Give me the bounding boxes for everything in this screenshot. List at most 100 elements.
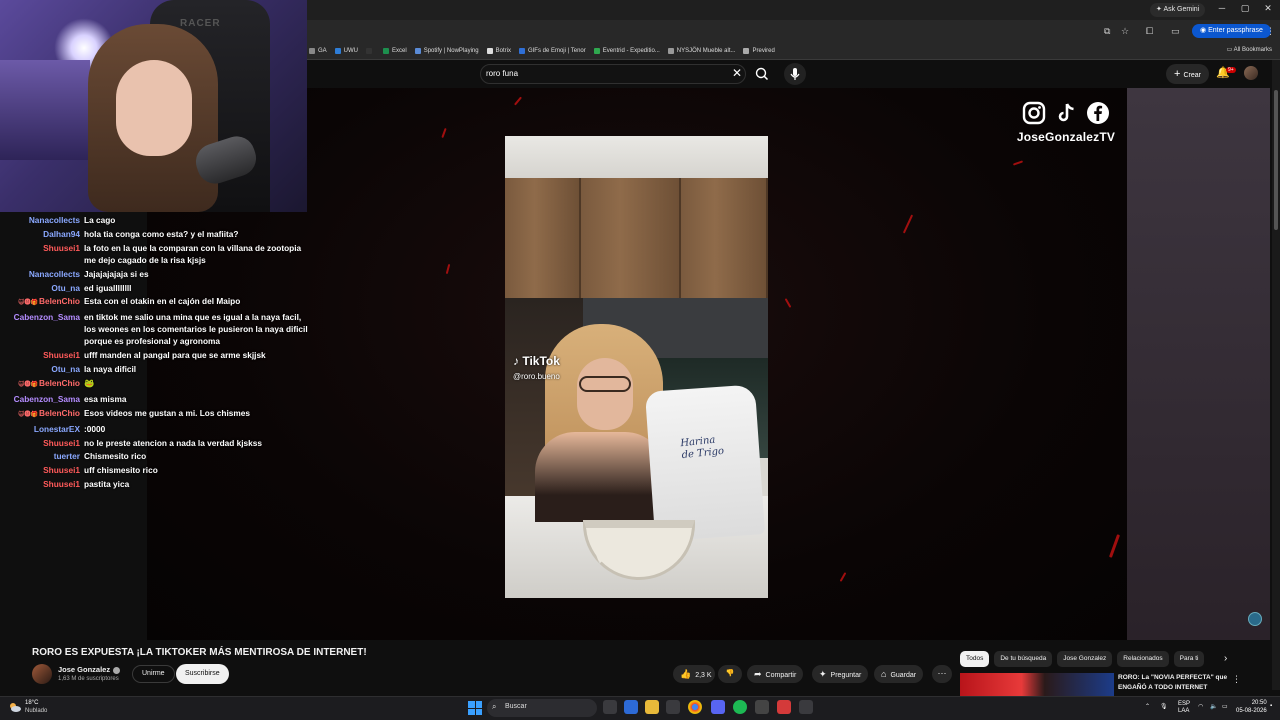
chat-username[interactable]: Shuusei1 bbox=[0, 478, 84, 490]
chat-message: Shuusei1 uff chismesito rico bbox=[0, 464, 312, 476]
clear-search-icon[interactable]: ✕ bbox=[732, 66, 742, 80]
tiktok-clip: Harina de Trigo ♪ TikTok @roro.bueno bbox=[505, 136, 768, 598]
chat-username-label: Cabenzon_Sama bbox=[13, 312, 80, 323]
chevron-right-icon[interactable]: › bbox=[1224, 653, 1227, 664]
chat-username[interactable]: tuerter bbox=[0, 450, 84, 462]
filter-chip[interactable]: Jose Gonzalez bbox=[1057, 651, 1113, 667]
bookmark-item[interactable]: UWU bbox=[334, 47, 358, 54]
enter-passphrase-button[interactable]: ◉ Enter passphrase bbox=[1192, 24, 1271, 38]
wifi-icon[interactable]: ◠ bbox=[1198, 703, 1203, 710]
install-icon[interactable]: ⧉ bbox=[1104, 26, 1110, 37]
account-avatar[interactable] bbox=[1244, 66, 1258, 80]
close-window-icon[interactable]: ✕ bbox=[1258, 3, 1278, 14]
windows-start-icon[interactable] bbox=[468, 701, 482, 715]
spotify-icon[interactable] bbox=[733, 700, 747, 714]
browser-menu-icon[interactable]: ⋮ bbox=[1266, 26, 1275, 37]
bookmark-item[interactable]: NYSJÖN Mueble alt... bbox=[667, 47, 735, 54]
minimize-icon[interactable]: ─ bbox=[1212, 3, 1232, 13]
chat-username[interactable]: 😺🅜🎁BelenChio bbox=[0, 377, 84, 391]
all-bookmarks-button[interactable]: ▭ All Bookmarks bbox=[1227, 46, 1272, 53]
like-button[interactable]: 👍 2,3 K bbox=[673, 665, 715, 683]
save-button[interactable]: ⌂ Guardar bbox=[874, 665, 924, 683]
bookmark-item[interactable]: Eventrid - Expeditio... bbox=[593, 47, 660, 54]
dislike-button[interactable]: 👎 bbox=[718, 665, 742, 683]
save-label: Guardar bbox=[890, 672, 917, 679]
search-input[interactable]: roro funa bbox=[486, 69, 518, 78]
chat-username-label: Shuusei1 bbox=[43, 479, 80, 490]
bookmark-item[interactable]: Botrix bbox=[486, 47, 511, 54]
filter-chip[interactable]: De tu búsqueda bbox=[994, 651, 1053, 667]
share-label: Compartir bbox=[765, 672, 797, 679]
channel-avatar[interactable] bbox=[32, 664, 52, 684]
chat-username[interactable]: Otu_na bbox=[0, 363, 84, 375]
subscribe-button[interactable]: Suscribirse bbox=[176, 664, 229, 684]
floating-badge-icon[interactable] bbox=[1248, 612, 1262, 626]
chat-badges: 😺🅜🎁 bbox=[18, 300, 38, 307]
bookmark-item[interactable]: GA bbox=[309, 47, 327, 54]
recommendation-title[interactable]: RORO: La "NOVIA PERFECTA" que ENGAÑÓ A T… bbox=[1118, 673, 1228, 693]
chat-username[interactable]: Shuusei1 bbox=[0, 437, 84, 449]
bookmark-star-icon[interactable]: ☆ bbox=[1121, 26, 1129, 37]
red-app-icon[interactable] bbox=[777, 700, 791, 714]
chat-username[interactable]: Shuusei1 bbox=[0, 349, 84, 361]
widgets-icon[interactable] bbox=[624, 700, 638, 714]
file-explorer-icon[interactable] bbox=[645, 700, 659, 714]
bookmark-item[interactable] bbox=[366, 47, 375, 54]
bookmark-item[interactable]: Excel bbox=[383, 47, 407, 54]
chrome-icon[interactable] bbox=[688, 700, 702, 714]
tray-mic-icon[interactable]: 🎙 bbox=[1160, 703, 1168, 710]
extensions-icon[interactable]: ⧠ bbox=[1146, 26, 1153, 37]
join-button[interactable]: Unirme bbox=[132, 665, 175, 683]
cloud-weather-icon[interactable] bbox=[8, 700, 22, 714]
scrollbar-thumb[interactable] bbox=[1274, 90, 1278, 230]
chat-username[interactable]: Cabenzon_Sama bbox=[0, 393, 84, 405]
recommendation-thumbnail[interactable] bbox=[960, 673, 1114, 697]
chat-message: Nanacollects La cago bbox=[0, 214, 312, 226]
cast-icon[interactable]: ▭ bbox=[1171, 26, 1180, 37]
ask-label: Preguntar bbox=[830, 672, 862, 679]
chat-username[interactable]: Dalhan94 bbox=[0, 228, 84, 240]
address-bar-row bbox=[307, 20, 1280, 42]
search-box[interactable] bbox=[480, 64, 746, 84]
battery-icon[interactable]: ▭ bbox=[1222, 703, 1228, 710]
language-indicator[interactable]: ESP LAA bbox=[1178, 701, 1190, 715]
discord-icon[interactable] bbox=[711, 700, 725, 714]
filter-chip[interactable]: Relacionados bbox=[1117, 651, 1169, 667]
taskbar-search-box[interactable] bbox=[487, 699, 597, 717]
pen-app-icon[interactable] bbox=[799, 700, 813, 714]
store-icon[interactable] bbox=[666, 700, 680, 714]
maximize-icon[interactable]: ▢ bbox=[1235, 3, 1255, 14]
share-button[interactable]: ➦ Compartir bbox=[747, 665, 804, 683]
volume-icon[interactable]: 🔈 bbox=[1210, 703, 1217, 710]
obs-icon[interactable] bbox=[755, 700, 769, 714]
more-actions-icon[interactable]: ··· bbox=[932, 665, 952, 683]
chat-username[interactable]: Cabenzon_Sama bbox=[0, 311, 84, 347]
create-button[interactable]: + Crear bbox=[1166, 64, 1209, 84]
chat-username[interactable]: Otu_na bbox=[0, 282, 84, 294]
chat-username-label: LonestarEX bbox=[33, 423, 80, 434]
bookmark-item[interactable]: Spotify | NowPlaying bbox=[414, 47, 479, 54]
chat-username[interactable]: Nanacollects bbox=[0, 268, 84, 280]
chat-username[interactable]: Shuusei1 bbox=[0, 242, 84, 266]
chat-message: LonestarEX:0000 bbox=[0, 423, 312, 435]
chat-username[interactable]: 😺🅜🎁BelenChio bbox=[0, 295, 84, 309]
filter-chip[interactable]: Todos bbox=[960, 651, 990, 667]
bookmark-item[interactable]: Previred bbox=[743, 47, 775, 54]
task-view-icon[interactable] bbox=[603, 700, 617, 714]
ask-button[interactable]: ✦ Preguntar bbox=[812, 665, 869, 683]
bookmark-item[interactable]: GIFs de Emoji | Tenor bbox=[518, 47, 586, 54]
chat-username[interactable]: Shuusei1 bbox=[0, 464, 84, 476]
chat-username[interactable]: LonestarEX bbox=[0, 423, 84, 435]
bookmark-favicon-icon bbox=[334, 47, 341, 54]
chat-username[interactable]: 😺🅜🎁BelenChio bbox=[0, 407, 84, 421]
channel-name[interactable]: Jose Gonzalez bbox=[58, 665, 121, 674]
filter-chip[interactable]: Para ti bbox=[1173, 651, 1205, 667]
recommendation-more-icon[interactable]: ⋮ bbox=[1232, 674, 1241, 685]
search-button[interactable] bbox=[752, 64, 772, 84]
tray-chevron-icon[interactable]: ⌃ bbox=[1145, 703, 1150, 710]
notifications-tray-icon[interactable]: ▪ bbox=[1270, 703, 1272, 709]
ask-gemini-button[interactable]: ✦ Ask Gemini bbox=[1150, 3, 1206, 17]
clock[interactable]: 20:50 05-08-2026 bbox=[1236, 699, 1267, 715]
chat-username[interactable]: Nanacollects bbox=[0, 214, 84, 226]
voice-search-button[interactable] bbox=[784, 63, 806, 85]
